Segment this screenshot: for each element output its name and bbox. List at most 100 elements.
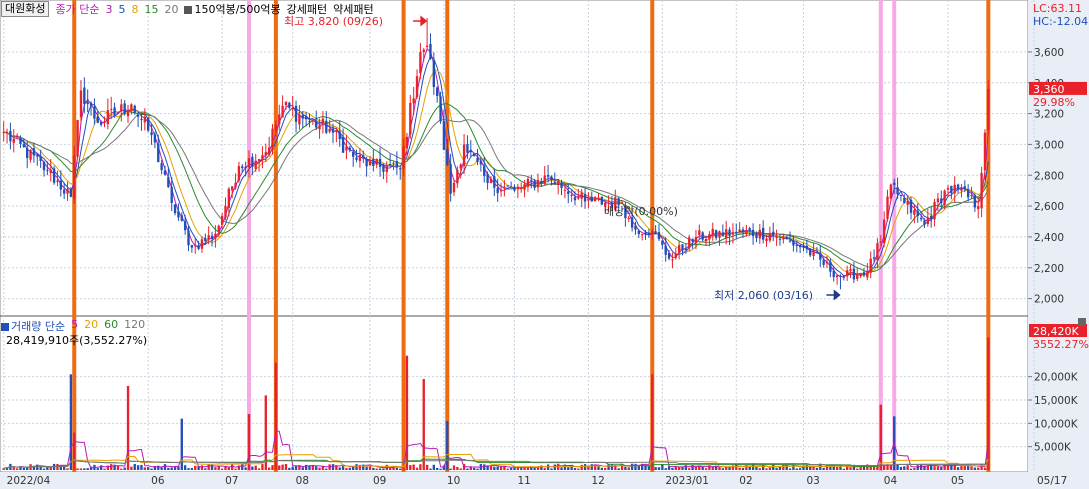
volume-bar xyxy=(651,374,654,470)
volume-bar xyxy=(425,464,429,470)
volume-bar xyxy=(839,466,842,470)
candle-body xyxy=(26,148,29,159)
candle-body xyxy=(842,276,845,278)
candle-body xyxy=(217,225,220,232)
candle-body xyxy=(42,161,46,171)
volume-bar xyxy=(604,467,607,470)
volume-bar xyxy=(365,466,368,470)
candle-body xyxy=(2,132,5,134)
candle-body xyxy=(298,114,301,125)
volume-bar xyxy=(496,466,499,470)
candle-body xyxy=(62,189,66,194)
volume-bar xyxy=(543,468,546,470)
volume-bar xyxy=(22,468,26,470)
date-tick-label: 02 xyxy=(739,475,752,487)
candle-body xyxy=(829,261,832,272)
candle-body xyxy=(926,218,930,225)
volume-bar xyxy=(983,467,987,470)
volume-bar xyxy=(288,467,291,470)
candle-body xyxy=(345,146,348,151)
volume-bar xyxy=(550,468,553,470)
volume-bar xyxy=(560,467,563,470)
candle-body xyxy=(721,232,725,237)
candle-body xyxy=(338,131,341,140)
volume-bar xyxy=(906,465,909,470)
candle-body xyxy=(977,206,980,210)
volume-bar xyxy=(375,468,378,470)
volume-bar xyxy=(130,466,133,470)
volume-bar xyxy=(533,467,536,470)
stock-name-button[interactable]: 대원화성 xyxy=(1,1,50,17)
volume-bar xyxy=(147,467,150,470)
ma-period-8: 8 xyxy=(131,2,139,16)
candle-body xyxy=(876,243,879,261)
candle-body xyxy=(661,240,664,245)
candle-body xyxy=(301,114,304,119)
volume-bar xyxy=(718,466,721,470)
volume-bar xyxy=(493,466,496,470)
candle-body xyxy=(765,238,768,242)
volume-bar xyxy=(758,468,761,470)
candle-body xyxy=(483,165,486,177)
volume-bar xyxy=(56,463,59,470)
volume-bar xyxy=(546,464,550,470)
low-annotation: 최저 2,060 (03/16) xyxy=(714,289,813,302)
candle-body xyxy=(352,152,355,157)
candle-body xyxy=(509,186,513,188)
candle-body xyxy=(577,196,580,199)
candle-body xyxy=(866,270,869,278)
candle-body xyxy=(126,112,130,117)
volume-bar xyxy=(301,467,304,470)
volume-bar xyxy=(257,468,261,470)
candle-body xyxy=(909,199,913,213)
candle-body xyxy=(755,234,758,238)
candle-body xyxy=(489,178,493,184)
candle-body xyxy=(782,236,785,240)
volume-bar xyxy=(281,464,284,470)
candle-body xyxy=(714,230,718,238)
right-axis-area xyxy=(1028,0,1089,489)
volume-bar xyxy=(711,466,714,470)
panel-close-icon[interactable] xyxy=(1078,318,1086,326)
candle-body xyxy=(869,258,872,273)
candle-body xyxy=(278,114,281,125)
volume-bar xyxy=(936,466,940,470)
volume-bar xyxy=(415,467,419,470)
volume-bar xyxy=(167,467,170,470)
volume-bar xyxy=(973,467,977,470)
candle-body xyxy=(425,45,429,47)
candle-body xyxy=(590,196,593,202)
volume-bar xyxy=(110,464,113,470)
volume-bar xyxy=(419,464,422,470)
candle-body xyxy=(536,179,540,188)
candle-body xyxy=(913,209,916,215)
candle-body xyxy=(809,248,812,256)
candle-body xyxy=(254,160,257,169)
candle-body xyxy=(835,275,839,278)
candle-body xyxy=(674,253,677,258)
candle-body xyxy=(113,107,116,115)
candle-body xyxy=(388,164,392,166)
candle-body xyxy=(173,204,177,214)
volume-bar xyxy=(449,468,452,470)
candle-body xyxy=(630,217,634,228)
date-tick-label: 03 xyxy=(806,475,819,487)
candle-body xyxy=(194,244,197,247)
candle-body xyxy=(698,230,701,236)
volume-bar xyxy=(160,467,163,470)
candle-body xyxy=(86,101,89,104)
price-tick-label: 3,600 xyxy=(1034,47,1064,59)
candle-body xyxy=(456,170,459,184)
candle-body xyxy=(46,169,49,171)
candle-body xyxy=(785,236,788,240)
candle-body xyxy=(69,189,73,197)
volume-bar xyxy=(798,468,802,470)
candle-body xyxy=(241,166,244,169)
price-tick-label: 2,800 xyxy=(1034,170,1064,182)
candle-body xyxy=(110,109,113,111)
candle-body xyxy=(29,149,32,160)
volume-bar xyxy=(889,465,893,470)
volume-bar xyxy=(919,464,923,470)
candle-body xyxy=(520,188,523,190)
stock-chart[interactable]: 2,0002,2002,4002,6002,8003,0003,2003,400… xyxy=(0,0,1089,489)
